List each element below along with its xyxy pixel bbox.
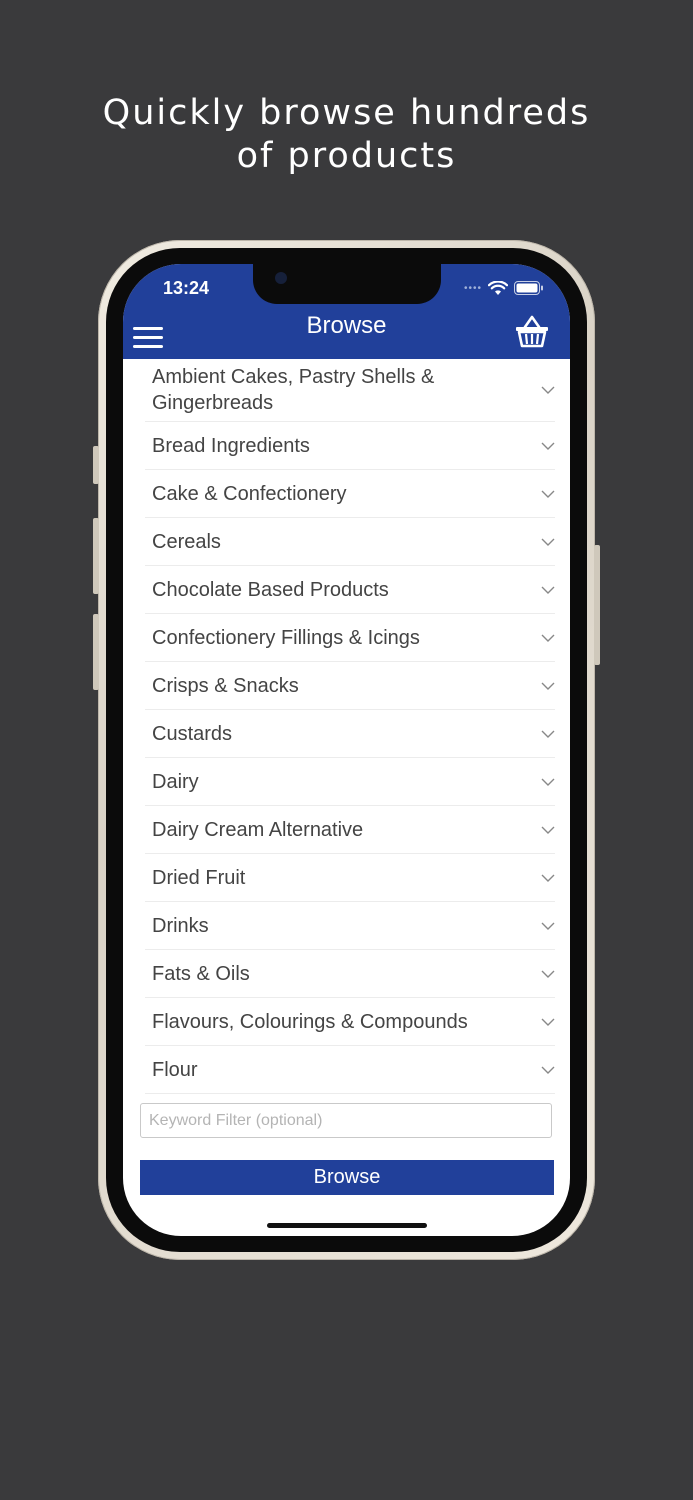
keyword-filter-input[interactable]	[140, 1103, 552, 1138]
basket-icon[interactable]	[514, 314, 550, 348]
battery-icon	[514, 281, 543, 295]
category-label: Dried Fruit	[152, 866, 246, 889]
category-item[interactable]: Flour	[145, 1046, 555, 1094]
category-label: Flavours, Colourings & Compounds	[152, 1010, 468, 1033]
chevron-down-icon	[541, 970, 555, 978]
category-label: Dairy	[152, 770, 199, 793]
category-label: Confectionery Fillings & Icings	[152, 626, 420, 649]
category-label: Ambient Cakes, Pastry Shells & Gingerbre…	[152, 366, 435, 414]
category-label: Cake & Confectionery	[152, 482, 347, 505]
chevron-down-icon	[541, 634, 555, 642]
category-item[interactable]: Crisps & Snacks	[145, 662, 555, 710]
chevron-down-icon	[541, 1018, 555, 1026]
category-item[interactable]: Fats & Oils	[145, 950, 555, 998]
category-item[interactable]: Confectionery Fillings & Icings	[145, 614, 555, 662]
chevron-down-icon	[541, 778, 555, 786]
category-item[interactable]: Dairy Cream Alternative	[145, 806, 555, 854]
cellular-signal-icon: ••••	[463, 282, 482, 294]
chevron-down-icon	[541, 442, 555, 450]
category-item[interactable]: Dried Fruit	[145, 854, 555, 902]
category-label: Flour	[152, 1058, 198, 1081]
phone-power-button	[594, 545, 600, 665]
chevron-down-icon	[541, 538, 555, 546]
front-camera-icon	[275, 272, 287, 284]
camera-notch	[253, 264, 441, 304]
category-item[interactable]: Bread Ingredients	[145, 422, 555, 470]
category-label: Custards	[152, 722, 233, 745]
category-item[interactable]: Cereals	[145, 518, 555, 566]
category-label: Cereals	[152, 530, 221, 553]
home-indicator[interactable]	[267, 1223, 427, 1228]
promo-headline-line-1: Quickly browse hundreds	[102, 93, 591, 133]
promo-headline-line-2: of products	[236, 136, 457, 176]
category-item[interactable]: Custards	[145, 710, 555, 758]
phone-volume-down-button	[93, 614, 99, 690]
phone-mute-switch	[93, 446, 99, 484]
chevron-down-icon	[541, 826, 555, 834]
category-label: Chocolate Based Products	[152, 578, 389, 601]
category-label: Dairy Cream Alternative	[152, 818, 364, 841]
promo-headline: Quickly browse hundreds of products	[0, 92, 693, 178]
status-icons: ••••	[464, 280, 544, 296]
chevron-down-icon	[541, 490, 555, 498]
category-label: Drinks	[152, 914, 209, 937]
category-item[interactable]: Cake & Confectionery	[145, 470, 555, 518]
app-header: 13:24 •••• Browse	[123, 264, 570, 359]
category-list: Ambient Cakes, Pastry Shells & Gingerbre…	[145, 359, 555, 1094]
chevron-down-icon	[541, 386, 555, 394]
category-item[interactable]: Drinks	[145, 902, 555, 950]
category-item[interactable]: Flavours, Colourings & Compounds	[145, 998, 555, 1046]
chevron-down-icon	[541, 1066, 555, 1074]
category-item[interactable]: Dairy	[145, 758, 555, 806]
phone-screen: 13:24 •••• Browse Ambient Cakes, Pastry …	[123, 264, 570, 1236]
hamburger-menu-icon[interactable]	[133, 327, 163, 349]
chevron-down-icon	[541, 682, 555, 690]
page-title: Browse	[306, 312, 387, 339]
wifi-icon	[488, 280, 508, 295]
category-item[interactable]: Ambient Cakes, Pastry Shells & Gingerbre…	[145, 359, 555, 422]
category-item[interactable]: Chocolate Based Products	[145, 566, 555, 614]
chevron-down-icon	[541, 922, 555, 930]
phone-volume-up-button	[93, 518, 99, 594]
chevron-down-icon	[541, 874, 555, 882]
browse-button[interactable]: Browse	[140, 1160, 554, 1195]
category-label: Fats & Oils	[152, 962, 250, 985]
status-time: 13:24	[163, 278, 210, 298]
chevron-down-icon	[541, 586, 555, 594]
category-label: Bread Ingredients	[152, 434, 310, 457]
category-label: Crisps & Snacks	[152, 674, 299, 697]
chevron-down-icon	[541, 730, 555, 738]
